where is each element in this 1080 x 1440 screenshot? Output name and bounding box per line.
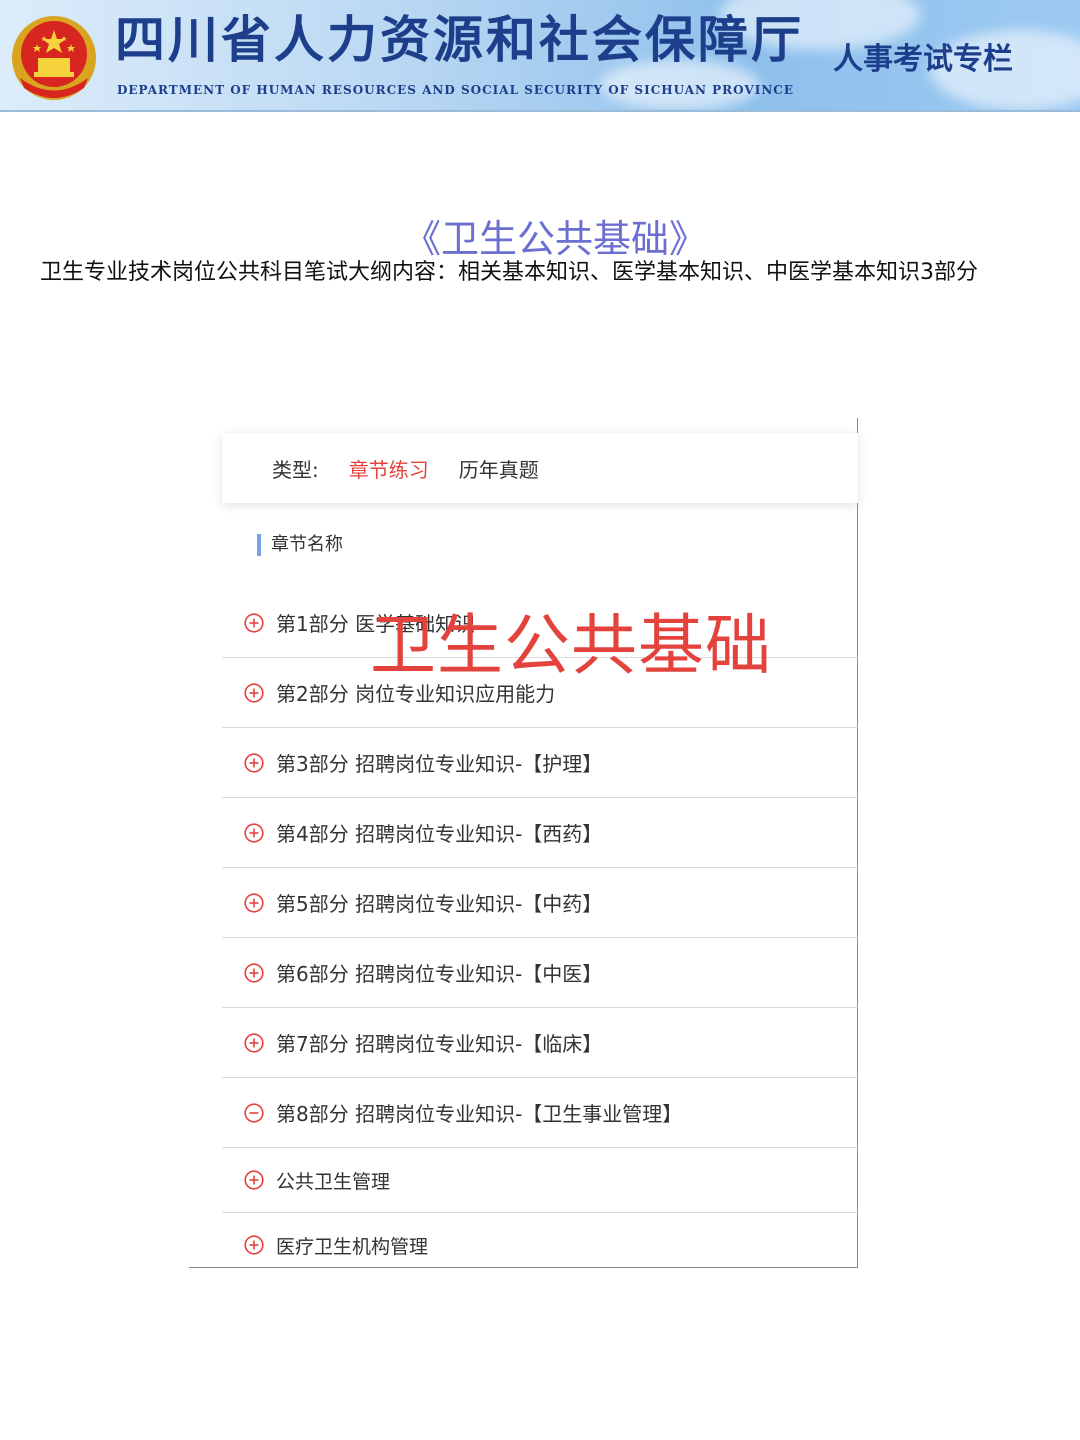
chapter-row-3[interactable]: 第3部分 招聘岗位专业知识-【护理】: [222, 728, 858, 798]
plus-circle-icon[interactable]: [244, 822, 264, 843]
chapter-row-9[interactable]: 公共卫生管理: [222, 1148, 858, 1213]
chapter-label: 第8部分 招聘岗位专业知识-【卫生事业管理】: [276, 1102, 683, 1126]
chapter-label: 第5部分 招聘岗位专业知识-【中药】: [276, 892, 603, 916]
chapter-list: 第1部分 医学基础知识 第2部分 岗位专业知识应用能力 第3部分 招聘岗位专业知…: [222, 588, 858, 1277]
minus-circle-icon[interactable]: [244, 1102, 264, 1123]
chapter-row-7[interactable]: 第7部分 招聘岗位专业知识-【临床】: [222, 1008, 858, 1078]
chapter-label: 医疗卫生机构管理: [276, 1235, 429, 1258]
banner-subtitle: DEPARTMENT OF HUMAN RESOURCES AND SOCIAL…: [117, 83, 794, 97]
plus-circle-icon[interactable]: [244, 752, 264, 773]
plus-circle-icon[interactable]: [244, 612, 264, 633]
chapter-row-8[interactable]: 第8部分 招聘岗位专业知识-【卫生事业管理】: [222, 1078, 858, 1148]
type-filter-bar: 类型: 章节练习 历年真题: [222, 433, 858, 503]
national-emblem-icon: [12, 16, 96, 100]
chapter-label: 公共卫生管理: [276, 1170, 391, 1193]
chapter-row-1[interactable]: 第1部分 医学基础知识: [222, 588, 858, 658]
chapter-row-10[interactable]: 医疗卫生机构管理: [222, 1213, 858, 1277]
chapter-row-4[interactable]: 第4部分 招聘岗位专业知识-【西药】: [222, 798, 858, 868]
chapter-label: 第7部分 招聘岗位专业知识-【临床】: [276, 1032, 603, 1056]
plus-circle-icon[interactable]: [244, 962, 264, 983]
chapter-row-5[interactable]: 第5部分 招聘岗位专业知识-【中药】: [222, 868, 858, 938]
plus-circle-icon[interactable]: [244, 1170, 264, 1190]
type-label: 类型:: [272, 457, 319, 482]
banner-column-name[interactable]: 人事考试专栏: [833, 34, 1013, 78]
chapter-label: 第6部分 招聘岗位专业知识-【中医】: [276, 962, 603, 986]
chapter-row-6[interactable]: 第6部分 招聘岗位专业知识-【中医】: [222, 938, 858, 1008]
page-title: 《卫生公共基础》: [402, 217, 707, 261]
plus-circle-icon[interactable]: [244, 1032, 264, 1053]
tab-past-exams[interactable]: 历年真题: [459, 454, 539, 483]
chapter-panel: 类型: 章节练习 历年真题 章节名称 第1部分 医学基础知识 第2部分 岗位专业…: [189, 418, 858, 1268]
chapter-label: 第2部分 岗位专业知识应用能力: [276, 682, 556, 706]
plus-circle-icon[interactable]: [244, 1235, 264, 1255]
chapter-label: 第1部分 医学基础知识: [276, 612, 476, 636]
banner-title: 四川省人力资源和社会保障厅: [115, 10, 804, 69]
chapter-label: 第3部分 招聘岗位专业知识-【护理】: [276, 752, 603, 776]
intro-text: 卫生专业技术岗位公共科目笔试大纲内容：相关基本知识、医学基本知识、中医学基本知识…: [40, 260, 979, 285]
site-banner: 四川省人力资源和社会保障厅 DEPARTMENT OF HUMAN RESOUR…: [0, 0, 1080, 112]
tab-chapter-practice[interactable]: 章节练习: [349, 454, 429, 483]
chapter-row-2[interactable]: 第2部分 岗位专业知识应用能力: [222, 658, 858, 728]
plus-circle-icon[interactable]: [244, 892, 264, 913]
section-heading: 章节名称: [257, 534, 343, 556]
chapter-label: 第4部分 招聘岗位专业知识-【西药】: [276, 822, 603, 846]
plus-circle-icon[interactable]: [244, 682, 264, 703]
